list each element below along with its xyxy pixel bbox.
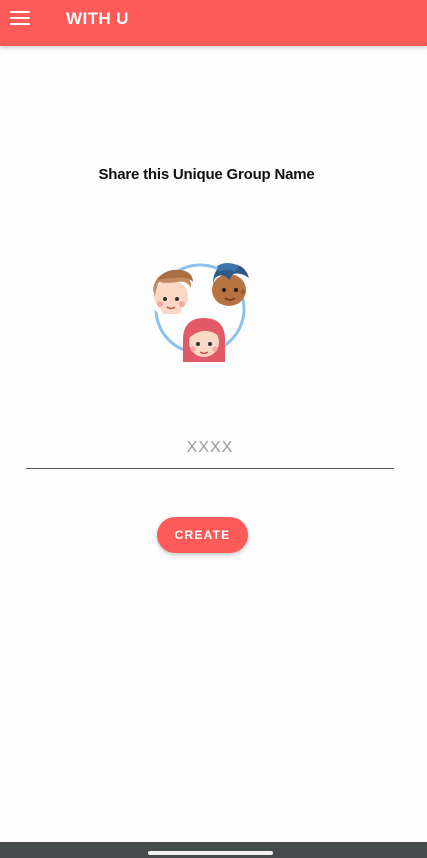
page-heading: Share this Unique Group Name bbox=[98, 166, 315, 183]
create-button[interactable]: CREATE bbox=[157, 517, 248, 553]
group-faces-icon bbox=[147, 258, 253, 364]
home-indicator[interactable] bbox=[148, 851, 273, 855]
system-navigation-bar bbox=[0, 842, 427, 858]
app-bar: WITH U bbox=[0, 0, 427, 46]
app-title: WITH U bbox=[66, 9, 129, 28]
group-name-input[interactable] bbox=[26, 428, 394, 469]
menu-button[interactable] bbox=[10, 10, 32, 26]
hamburger-menu-icon bbox=[10, 11, 30, 13]
